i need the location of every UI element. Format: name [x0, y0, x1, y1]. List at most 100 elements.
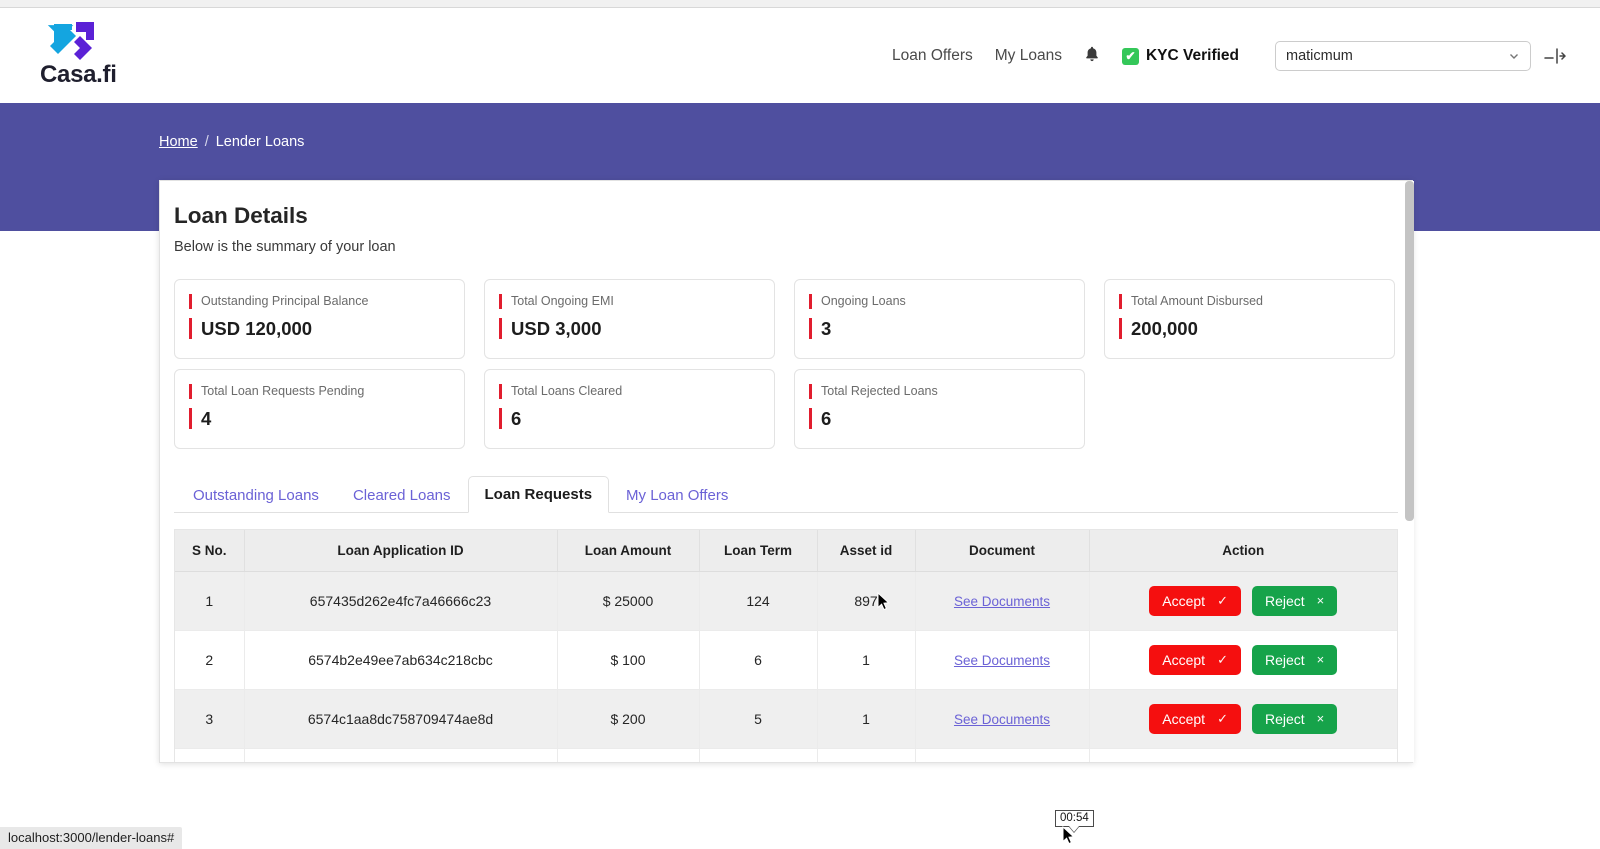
accept-label: Accept — [1162, 711, 1206, 727]
panel-scrollbar-thumb[interactable] — [1405, 181, 1414, 521]
tab-my-loan-offers[interactable]: My Loan Offers — [609, 477, 745, 513]
tab-outstanding-loans[interactable]: Outstanding Loans — [176, 477, 336, 513]
table-row: 3 6574c1aa8dc758709474ae8d $ 200 5 1 See… — [175, 689, 1397, 749]
table-row: 2 6574b2e49ee7ab634c218cbc $ 100 6 1 See… — [175, 630, 1397, 690]
cell-term: 124 — [699, 571, 818, 631]
close-icon: × — [1316, 593, 1325, 608]
bell-icon[interactable] — [1084, 46, 1100, 67]
stat-card-ongoing-loans: Ongoing Loans 3 — [794, 279, 1085, 359]
cell-sno: 3 — [175, 689, 245, 749]
panel-scrollbar[interactable] — [1405, 181, 1414, 762]
cell-term: 5 — [699, 689, 818, 749]
close-icon: × — [1316, 652, 1325, 667]
table-header-row: S No. Loan Application ID Loan Amount Lo… — [175, 530, 1397, 572]
kyc-status-badge: ✔ KYC Verified — [1121, 47, 1239, 65]
cell-document: See Documents — [915, 571, 1090, 631]
casa-arrows-logo-icon — [47, 22, 94, 60]
col-header-loan-amount: Loan Amount — [557, 530, 700, 572]
stat-label: Total Loans Cleared — [499, 384, 774, 399]
kyc-label: KYC Verified — [1145, 47, 1239, 64]
cell-app-id: 657435d262e4fc7a46666c23 — [244, 571, 558, 631]
stat-card-total-ongoing-emi: Total Ongoing EMI USD 3,000 — [484, 279, 775, 359]
logout-icon[interactable] — [1544, 47, 1567, 65]
cell-asset-id: 1 — [817, 689, 916, 749]
cell-asset-id: 897 — [817, 571, 916, 631]
stat-label: Total Amount Disbursed — [1119, 294, 1394, 309]
stat-card-outstanding-principal-balance: Outstanding Principal Balance USD 120,00… — [174, 279, 465, 359]
reject-button[interactable]: Reject × — [1251, 704, 1338, 734]
stat-value: USD 120,000 — [189, 318, 464, 339]
reject-label: Reject — [1264, 593, 1305, 609]
check-icon: ✓ — [1217, 652, 1228, 667]
kyc-check-icon: ✔ — [1121, 47, 1139, 65]
table-row: 1 657435d262e4fc7a46666c23 $ 25000 124 8… — [175, 571, 1397, 631]
col-header-loan-term: Loan Term — [699, 530, 818, 572]
stat-value: 3 — [809, 318, 1084, 339]
stat-card-total-amount-disbursed: Total Amount Disbursed 200,000 — [1104, 279, 1395, 359]
stat-card-total-rejected-loans: Total Rejected Loans 6 — [794, 369, 1085, 449]
app-viewport: Casa.fi Loan Offers My Loans ✔ KYC Verif… — [0, 0, 1600, 849]
stat-cards-row-1: Outstanding Principal Balance USD 120,00… — [174, 279, 1398, 359]
cell-amount: $ 200 — [557, 689, 700, 749]
col-header-action: Action — [1089, 530, 1397, 572]
accept-button[interactable]: Accept ✓ — [1149, 645, 1241, 675]
nav-link-my-loans[interactable]: My Loans — [995, 47, 1062, 65]
loan-requests-table: S No. Loan Application ID Loan Amount Lo… — [175, 530, 1397, 762]
accept-label: Accept — [1162, 652, 1206, 668]
reject-label: Reject — [1264, 652, 1305, 668]
col-header-asset-id: Asset id — [817, 530, 916, 572]
loan-tabs: Outstanding Loans Cleared Loans Loan Req… — [174, 475, 1398, 513]
page-subtitle: Below is the summary of your loan — [174, 239, 396, 255]
cell-term: 5 — [699, 748, 818, 762]
stat-value: 4 — [189, 408, 464, 429]
cell-app-id: 6574c1aa8dc758709474ae8d — [244, 689, 558, 749]
accept-button[interactable]: Accept ✓ — [1149, 704, 1241, 734]
cell-action: Accept ✓ Reject × — [1089, 689, 1397, 749]
cell-sno: 4 — [175, 748, 245, 762]
timer-tooltip: 00:54 — [1055, 810, 1094, 827]
breadcrumb-home-link[interactable]: Home — [159, 134, 198, 150]
cell-document: See Documents — [915, 689, 1090, 749]
stat-value: 6 — [499, 408, 774, 429]
cell-asset-id: 1 — [817, 748, 916, 762]
accept-button[interactable]: Accept ✓ — [1149, 586, 1241, 616]
cell-asset-id: 1 — [817, 630, 916, 690]
reject-button[interactable]: Reject × — [1251, 645, 1338, 675]
breadcrumb-current: Lender Loans — [215, 134, 305, 150]
reject-button[interactable]: Reject × — [1251, 586, 1338, 616]
cell-app-id: 6574c5ec6623a830548ca80f — [244, 748, 558, 762]
tab-cleared-loans[interactable]: Cleared Loans — [336, 477, 468, 513]
account-select-value: maticmum — [1286, 48, 1353, 64]
see-documents-link[interactable]: See Documents — [954, 594, 1050, 609]
see-documents-link[interactable]: See Documents — [954, 712, 1050, 727]
table-row: 4 6574c5ec6623a830548ca80f $ 150 5 1 See… — [175, 748, 1397, 762]
close-icon: × — [1316, 711, 1325, 726]
cell-sno: 1 — [175, 571, 245, 631]
cell-term: 6 — [699, 630, 818, 690]
browser-chrome-strip — [0, 0, 1600, 8]
accept-label: Accept — [1162, 593, 1206, 609]
brand-logo[interactable]: Casa.fi — [40, 16, 220, 89]
nav-link-loan-offers[interactable]: Loan Offers — [892, 47, 973, 65]
cell-amount: $ 25000 — [557, 571, 700, 631]
stat-card-total-loans-cleared: Total Loans Cleared 6 — [484, 369, 775, 449]
cell-action: Accept ✓ Reject × — [1089, 748, 1397, 762]
col-header-document: Document — [915, 530, 1090, 572]
cell-amount: $ 150 — [557, 748, 700, 762]
check-icon: ✓ — [1217, 593, 1228, 608]
account-select[interactable]: maticmum — [1275, 41, 1531, 71]
loan-requests-table-wrap: S No. Loan Application ID Loan Amount Lo… — [174, 529, 1398, 762]
brand-name: Casa.fi — [40, 61, 117, 88]
tab-loan-requests[interactable]: Loan Requests — [467, 476, 610, 513]
stat-label: Total Loan Requests Pending — [189, 384, 464, 399]
cell-document: See Documents — [915, 630, 1090, 690]
col-header-loan-application-id: Loan Application ID — [244, 530, 558, 572]
stat-label: Total Ongoing EMI — [499, 294, 774, 309]
reject-label: Reject — [1264, 711, 1305, 727]
cell-document: See Documents — [915, 748, 1090, 762]
stat-value: 200,000 — [1119, 318, 1394, 339]
see-documents-link[interactable]: See Documents — [954, 653, 1050, 668]
stat-card-total-loan-requests-pending: Total Loan Requests Pending 4 — [174, 369, 465, 449]
stat-value: USD 3,000 — [499, 318, 774, 339]
check-icon: ✓ — [1217, 711, 1228, 726]
